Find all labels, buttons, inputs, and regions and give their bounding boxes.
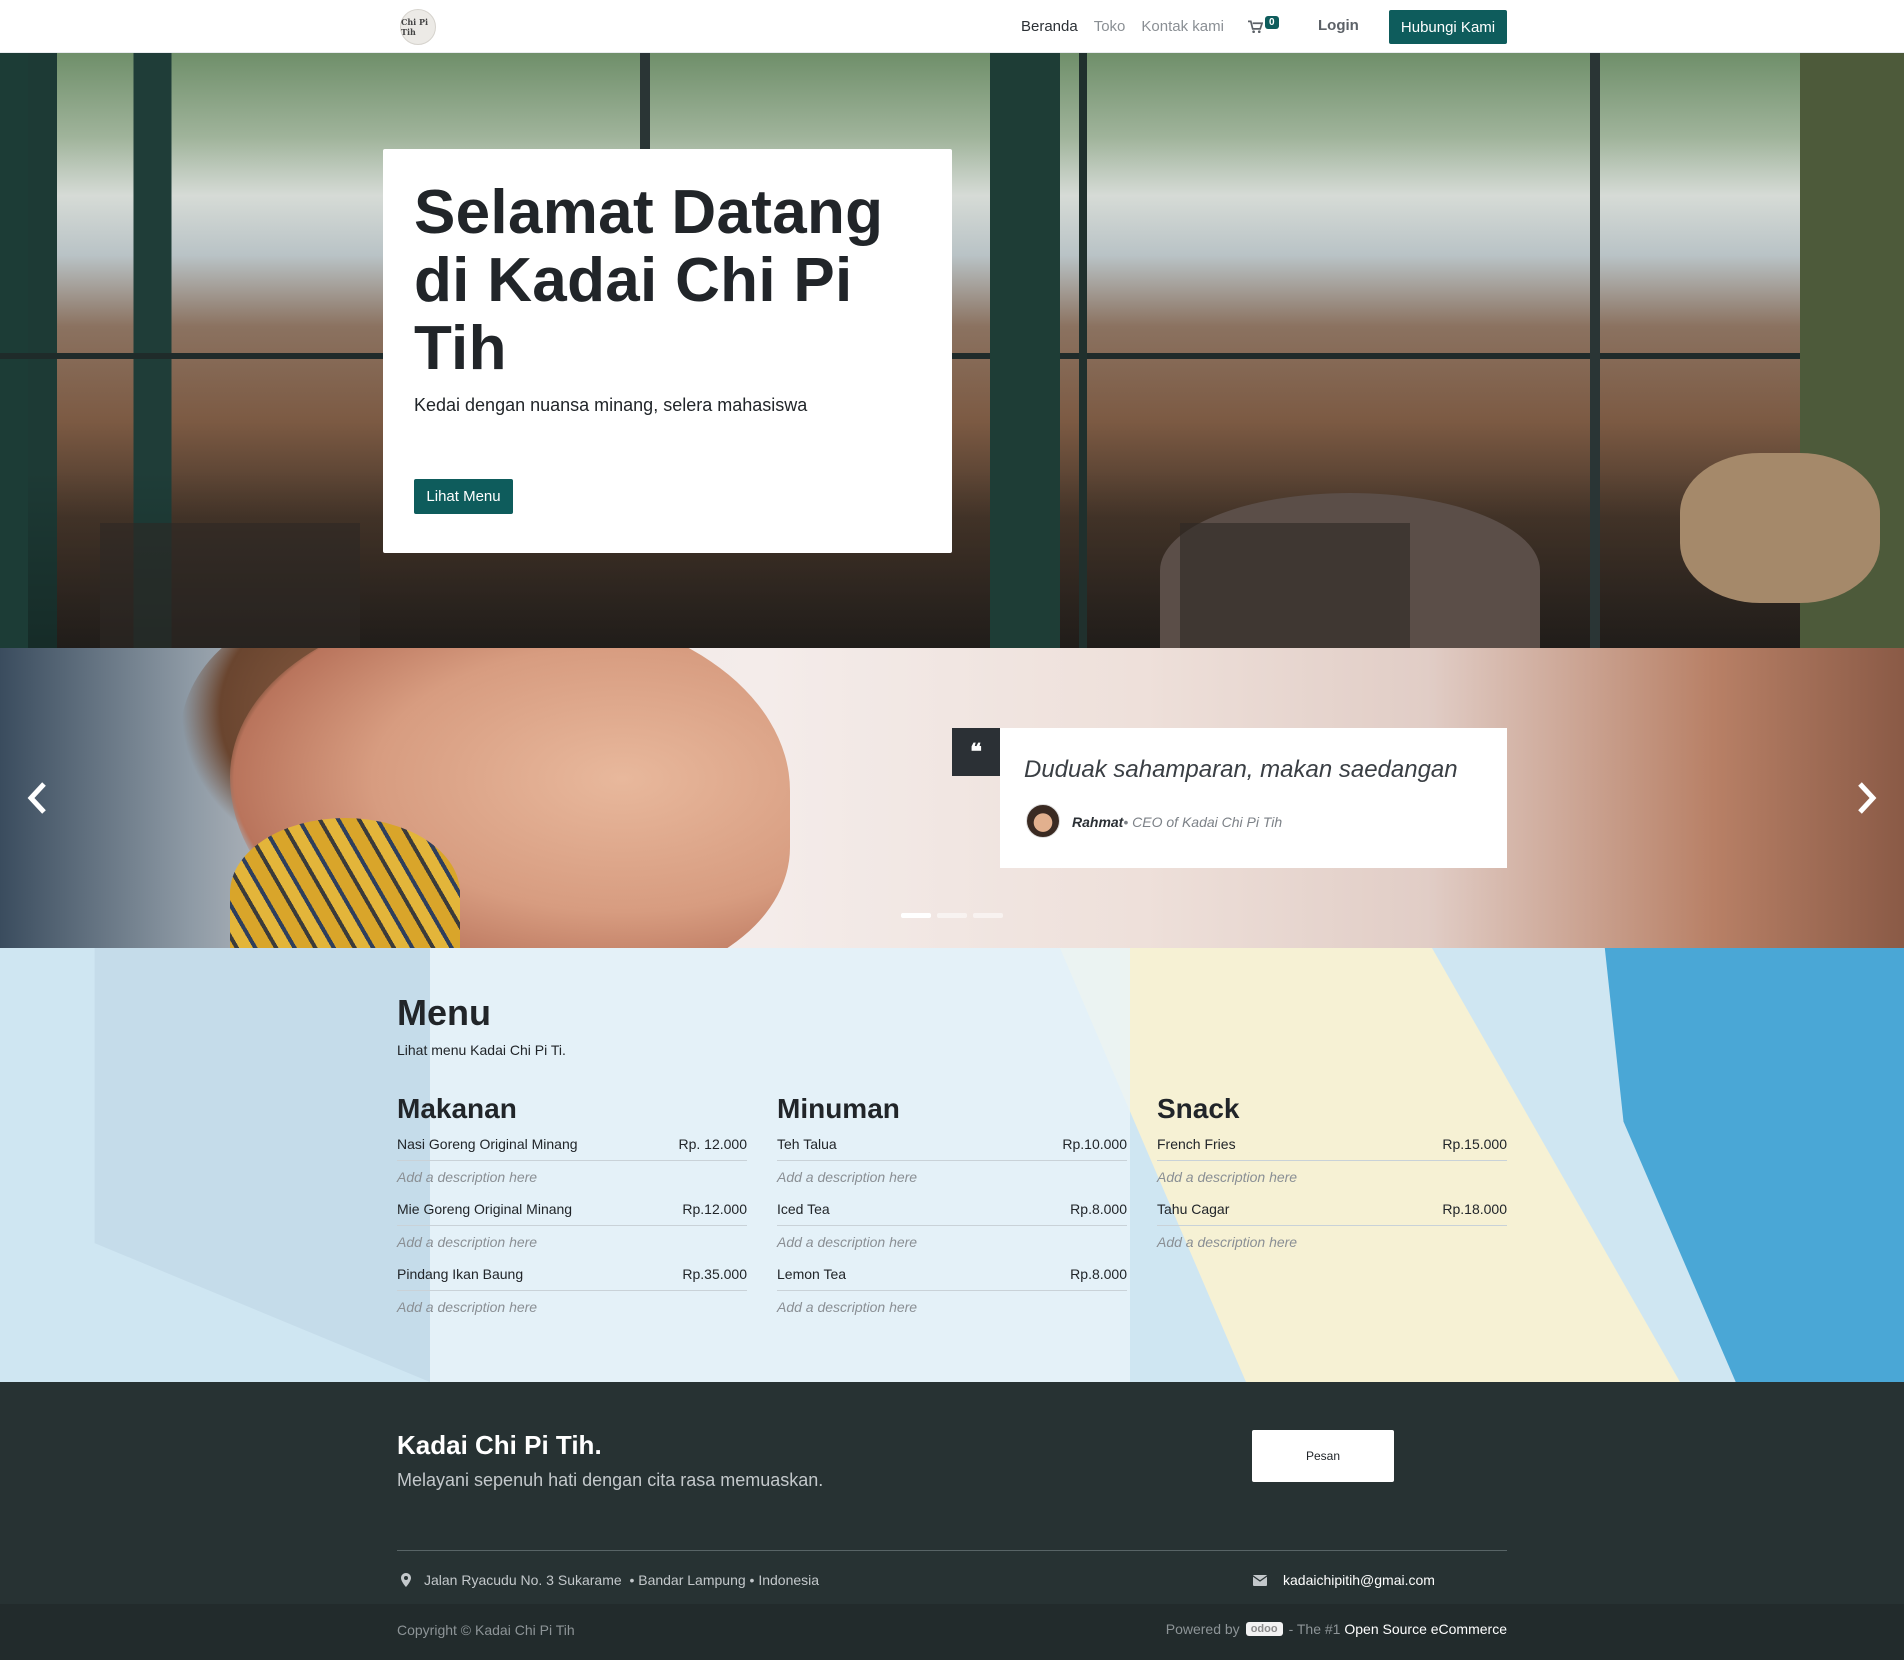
testimonial-card: Duduak sahamparan, makan saedangan Rahma… — [1000, 728, 1507, 868]
site-logo[interactable]: Chi Pi Tih — [400, 9, 436, 45]
shopping-cart-icon — [1247, 20, 1263, 33]
copyright-bar: Copyright © Kadai Chi Pi Tih Powered by o… — [0, 1604, 1904, 1660]
menu-item: Iced Tea Rp.8.000 Add a description here — [777, 1195, 1127, 1260]
carousel-indicator[interactable] — [973, 913, 1003, 918]
menu-column-snack: Snack French Fries Rp.15.000 Add a descri… — [1157, 1088, 1507, 1260]
menu-title: Menu — [397, 992, 491, 1033]
cart-count-badge: 0 — [1264, 15, 1279, 29]
item-name: Tahu Cagar — [1157, 1201, 1230, 1217]
footer: Kadai Chi Pi Tih. Melayani sepenuh hati … — [0, 1382, 1904, 1660]
item-description: Add a description here — [777, 1299, 918, 1315]
item-description: Add a description here — [1157, 1169, 1298, 1185]
carousel-next-button[interactable] — [1852, 776, 1882, 820]
divider — [397, 1550, 1507, 1551]
menu-column-minuman: Minuman Teh Talua Rp.10.000 Add a descrip… — [777, 1088, 1127, 1325]
item-price: Rp.12.000 — [682, 1201, 747, 1217]
menu-column-makanan: Makanan Nasi Goreng Original Minang Rp. 1… — [397, 1088, 747, 1325]
testimonial-author: Rahmat• CEO of Kadai Chi Pi Tih — [1072, 814, 1282, 830]
item-price: Rp.35.000 — [682, 1266, 747, 1282]
powered-prefix: Powered by — [1165, 1621, 1240, 1637]
powered-by: Powered by odoo - The #1 Open Source eComm… — [1166, 1621, 1507, 1637]
testimonial-quote: Duduak sahamparan, makan saedangan — [1024, 756, 1458, 783]
menu-item: Tahu Cagar Rp.18.000 Add a description he… — [1157, 1195, 1507, 1260]
nav-link-kontak[interactable]: Kontak kami — [1141, 18, 1224, 35]
footer-address: Jalan Ryacudu No. 3 Sukarame • Bandar La… — [401, 1572, 819, 1588]
item-description: Add a description here — [397, 1169, 538, 1185]
menu-item: Pindang Ikan Baung Rp.35.000 Add a descri… — [397, 1260, 747, 1325]
menu-subtitle: Lihat menu Kadai Chi Pi Ti. — [397, 1042, 566, 1058]
ecommerce-link[interactable]: Open Source eCommerce — [1344, 1621, 1507, 1637]
hero-photo — [0, 53, 28, 648]
nav-links: Beranda Toko Kontak kami 0 — [1021, 0, 1282, 53]
column-title: Snack — [1157, 1093, 1240, 1124]
item-name: Teh Talua — [777, 1136, 837, 1152]
quote-icon: ❝ — [952, 728, 1000, 776]
lihat-menu-button[interactable]: Lihat Menu — [414, 479, 513, 514]
item-description: Add a description here — [397, 1299, 538, 1315]
menu-section: Menu Lihat menu Kadai Chi Pi Ti. Makanan… — [0, 948, 1904, 1382]
avatar — [1026, 804, 1060, 838]
nav-link-beranda[interactable]: Beranda — [1021, 18, 1078, 35]
author-role: • CEO of Kadai Chi Pi Tih — [1123, 814, 1283, 830]
menu-item: French Fries Rp.15.000 Add a description … — [1157, 1130, 1507, 1195]
footer-subtitle: Melayani sepenuh hati dengan cita rasa m… — [397, 1470, 824, 1490]
testimonial-carousel: ❝ Duduak sahamparan, makan saedangan Rah… — [0, 648, 1904, 948]
item-price: Rp.8.000 — [1070, 1201, 1127, 1217]
powered-middle: - The #1 — [1288, 1621, 1341, 1637]
envelope-icon — [1253, 1574, 1267, 1586]
item-description: Add a description here — [777, 1234, 918, 1250]
map-marker-icon — [401, 1573, 411, 1587]
carousel-indicators — [901, 913, 1003, 918]
menu-item: Nasi Goreng Original Minang Rp. 12.000 Ad… — [397, 1130, 747, 1195]
chevron-left-icon — [27, 782, 46, 814]
menu-item: Teh Talua Rp.10.000 Add a description her… — [777, 1130, 1127, 1195]
copyright-text: Copyright © Kadai Chi Pi Tih — [397, 1622, 575, 1638]
hero-card: Selamat Datang di Kadai Chi Pi Tih Kedai… — [383, 149, 952, 553]
hero-section: Selamat Datang di Kadai Chi Pi Tih Kedai… — [0, 53, 1904, 648]
item-price: Rp. 12.000 — [678, 1136, 748, 1152]
carousel-prev-button[interactable] — [22, 776, 52, 820]
item-name: French Fries — [1157, 1136, 1236, 1152]
carousel-indicator[interactable] — [937, 913, 967, 918]
item-price: Rp.8.000 — [1070, 1266, 1127, 1282]
hubungi-kami-button[interactable]: Hubungi Kami — [1389, 10, 1507, 44]
address-text: Jalan Ryacudu No. 3 Sukarame • Bandar La… — [424, 1572, 820, 1588]
menu-item: Lemon Tea Rp.8.000 Add a description here — [777, 1260, 1127, 1325]
login-link[interactable]: Login — [1318, 17, 1359, 34]
hero-title: Selamat Datang di Kadai Chi Pi Tih — [414, 178, 884, 383]
item-description: Add a description here — [777, 1169, 918, 1185]
chevron-right-icon — [1858, 782, 1877, 814]
hero-subtitle: Kedai dengan nuansa minang, selera mahas… — [414, 395, 808, 415]
author-name: Rahmat — [1072, 814, 1124, 830]
item-description: Add a description here — [397, 1234, 538, 1250]
carousel-indicator[interactable] — [901, 913, 931, 918]
pesan-button[interactable]: Pesan — [1252, 1430, 1394, 1482]
item-price: Rp.10.000 — [1062, 1136, 1127, 1152]
footer-email[interactable]: kadaichipitih@gmai.com — [1253, 1572, 1435, 1588]
item-description: Add a description here — [1157, 1234, 1298, 1250]
item-name: Pindang Ikan Baung — [397, 1266, 524, 1282]
item-price: Rp.18.000 — [1442, 1201, 1507, 1217]
footer-title: Kadai Chi Pi Tih. — [397, 1430, 602, 1460]
item-name: Mie Goreng Original Minang — [397, 1201, 573, 1217]
email-link[interactable]: kadaichipitih@gmai.com — [1283, 1572, 1435, 1588]
item-name: Iced Tea — [777, 1201, 830, 1217]
cart-button[interactable]: 0 — [1247, 15, 1282, 39]
navbar: Chi Pi Tih Beranda Toko Kontak kami 0 Lo… — [0, 0, 1904, 53]
item-name: Nasi Goreng Original Minang — [397, 1136, 578, 1152]
item-price: Rp.15.000 — [1442, 1136, 1507, 1152]
column-title: Makanan — [397, 1093, 517, 1124]
column-title: Minuman — [777, 1093, 900, 1124]
odoo-logo[interactable]: odoo — [1245, 1622, 1283, 1636]
item-name: Lemon Tea — [777, 1266, 847, 1282]
menu-item: Mie Goreng Original Minang Rp.12.000 Add … — [397, 1195, 747, 1260]
nav-link-toko[interactable]: Toko — [1094, 18, 1126, 35]
